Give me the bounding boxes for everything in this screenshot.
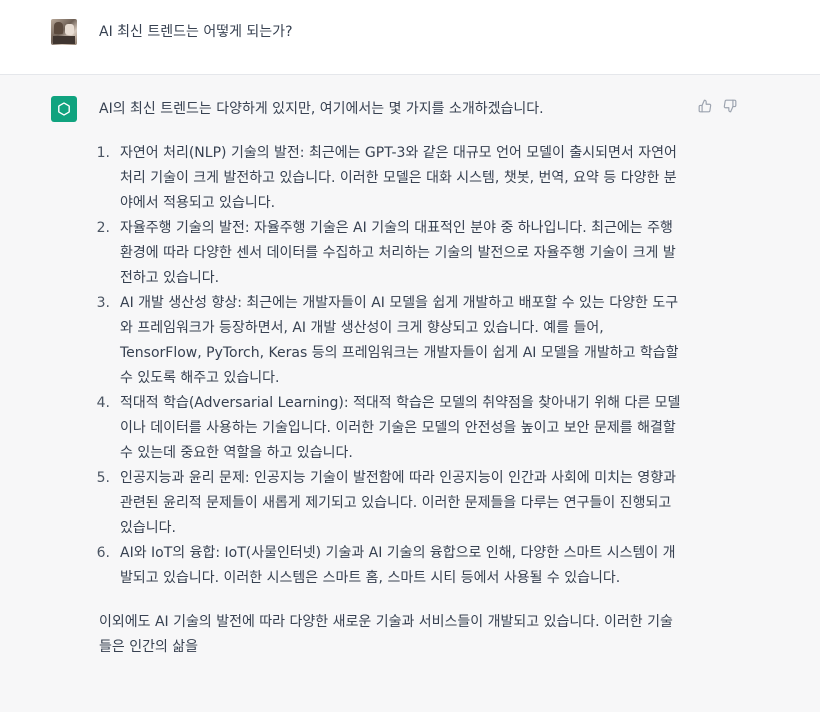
- thumbs-up-icon[interactable]: [697, 98, 713, 114]
- list-item-number: 3.: [96, 295, 110, 311]
- list-item-text: 자율주행 기술의 발전: 자율주행 기술은 AI 기술의 대표적인 분야 중 하…: [120, 220, 676, 286]
- list-item-number: 5.: [96, 470, 110, 486]
- list-item: 5. 인공지능과 윤리 문제: 인공지능 기술이 발전함에 따라 인공지능이 인간…: [96, 466, 684, 541]
- list-item-text: AI와 IoT의 융합: IoT(사물인터넷) 기술과 AI 기술의 융합으로 …: [120, 545, 676, 586]
- list-item: 4. 적대적 학습(Adversarial Learning): 적대적 학습은 …: [96, 391, 684, 466]
- list-item: 6. AI와 IoT의 융합: IoT(사물인터넷) 기술과 AI 기술의 융합으…: [96, 541, 684, 591]
- openai-logo-icon: [51, 96, 77, 122]
- trend-list: 1. 자연어 처리(NLP) 기술의 발전: 최근에는 GPT-3와 같은 대규모…: [96, 141, 684, 591]
- user-avatar: [51, 19, 77, 45]
- thumbs-down-icon[interactable]: [722, 98, 738, 114]
- list-item-text: 적대적 학습(Adversarial Learning): 적대적 학습은 모델…: [120, 395, 681, 461]
- list-item-number: 1.: [96, 145, 110, 161]
- assistant-intro: AI의 최신 트렌드는 다양하게 있지만, 여기에서는 몇 가지를 소개하겠습니…: [99, 101, 544, 117]
- assistant-message-row: AI의 최신 트렌드는 다양하게 있지만, 여기에서는 몇 가지를 소개하겠습니…: [0, 75, 820, 712]
- list-item-number: 6.: [96, 545, 110, 561]
- assistant-message-content: AI의 최신 트렌드는 다양하게 있지만, 여기에서는 몇 가지를 소개하겠습니…: [96, 97, 684, 660]
- assistant-outro: 이외에도 AI 기술의 발전에 따라 다양한 새로운 기술과 서비스들이 개발되…: [99, 614, 673, 655]
- user-message-row: AI 최신 트렌드는 어떻게 되는가?: [0, 0, 820, 75]
- user-message-text: AI 최신 트렌드는 어떻게 되는가?: [99, 24, 293, 40]
- list-item: 1. 자연어 처리(NLP) 기술의 발전: 최근에는 GPT-3와 같은 대규모…: [96, 141, 684, 216]
- list-item-text: AI 개발 생산성 향상: 최근에는 개발자들이 AI 모델을 쉽게 개발하고 …: [120, 295, 679, 386]
- list-item-text: 인공지능과 윤리 문제: 인공지능 기술이 발전함에 따라 인공지능이 인간과 …: [120, 470, 676, 536]
- list-item: 2. 자율주행 기술의 발전: 자율주행 기술은 AI 기술의 대표적인 분야 중…: [96, 216, 684, 291]
- list-item: 3. AI 개발 생산성 향상: 최근에는 개발자들이 AI 모델을 쉽게 개발하…: [96, 291, 684, 391]
- list-item-text: 자연어 처리(NLP) 기술의 발전: 최근에는 GPT-3와 같은 대규모 언…: [120, 145, 677, 211]
- list-item-number: 4.: [96, 395, 110, 411]
- list-item-number: 2.: [96, 220, 110, 236]
